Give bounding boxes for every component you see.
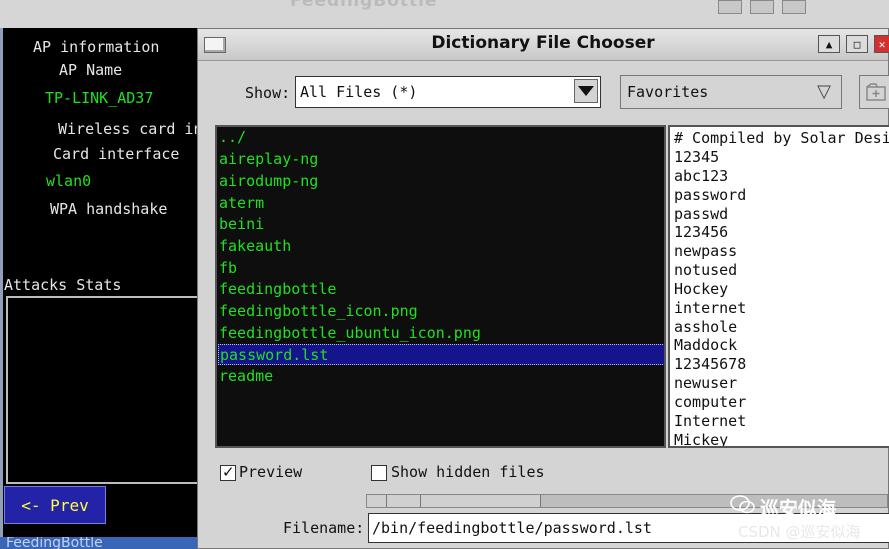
folder-plus-icon <box>866 83 886 101</box>
preview-line: passwd <box>674 205 729 223</box>
ap-name-label: AP Name <box>59 61 123 79</box>
file-item[interactable]: feedingbottle_icon.png <box>218 301 664 322</box>
preview-line: Internet <box>674 412 747 430</box>
preview-line: Hockey <box>674 280 729 298</box>
preview-checkbox-label[interactable]: Preview <box>239 463 302 481</box>
watermark-line1: 巡安似海 <box>760 498 837 520</box>
file-preview-pane: # Compiled by Solar Design 12345 abc123 … <box>668 125 889 448</box>
chevron-down-icon: ▽ <box>817 81 831 102</box>
preview-line: newuser <box>674 374 738 392</box>
preview-line: 12345 <box>674 148 720 166</box>
close-icon: ✕ <box>878 38 886 51</box>
file-item[interactable]: aireplay-ng <box>218 149 664 170</box>
card-interface-value: wlan0 <box>46 172 92 190</box>
new-folder-button[interactable] <box>859 75 889 109</box>
wpa-handshake-label: WPA handshake <box>50 200 168 218</box>
ap-information-label: AP information <box>33 38 160 56</box>
scroll-segment[interactable] <box>387 495 421 507</box>
watermark-line2: CSDN @巡安似海 <box>738 523 861 541</box>
background-maximize-button[interactable] <box>750 0 774 14</box>
scroll-segment[interactable] <box>421 495 541 507</box>
check-icon: ✓ <box>222 463 235 481</box>
wireless-card-label: Wireless card in <box>58 120 203 138</box>
background-minimize-button[interactable] <box>718 0 742 14</box>
background-close-button[interactable] <box>782 0 806 14</box>
up-arrow-icon: ▲ <box>825 38 833 51</box>
favorites-button[interactable]: Favorites ▽ <box>620 75 842 109</box>
file-item[interactable]: aterm <box>218 193 664 214</box>
background-window-title: FeedingBottle <box>290 0 438 11</box>
close-button[interactable]: ✕ <box>874 35 889 53</box>
favorites-label: Favorites <box>627 83 709 101</box>
show-filter-select[interactable]: All Files (*) <box>295 76 601 108</box>
maximize-icon: □ <box>853 38 861 51</box>
show-label: Show: <box>245 84 291 102</box>
file-item[interactable]: beini <box>218 214 664 235</box>
preview-line: 12345678 <box>674 355 747 373</box>
preview-line: # Compiled by Solar Design <box>674 129 889 147</box>
shade-button[interactable]: ▲ <box>818 35 840 53</box>
file-list[interactable]: ../ aireplay-ng airodump-ng aterm beini … <box>215 125 666 448</box>
preview-checkbox[interactable]: ✓ <box>220 463 236 481</box>
file-item[interactable]: fakeauth <box>218 236 664 257</box>
file-item[interactable]: readme <box>218 366 664 387</box>
background-window-titlebar: FeedingBottle <box>0 0 889 29</box>
ap-name-value: TP-LINK_AD37 <box>45 89 154 107</box>
dialog-title: Dictionary File Chooser <box>431 33 655 53</box>
file-item[interactable]: ../ <box>218 127 664 148</box>
window-edge <box>0 28 3 537</box>
file-item[interactable]: fb <box>218 258 664 279</box>
show-hidden-files-label[interactable]: Show hidden files <box>391 463 545 481</box>
dialog-titlebar[interactable]: Dictionary File Chooser ▲ □ ✕ <box>198 29 889 61</box>
chevron-down-icon <box>578 86 594 96</box>
show-filter-value: All Files (*) <box>300 83 418 101</box>
watermark-logo <box>730 494 756 520</box>
scroll-segment[interactable] <box>367 495 387 507</box>
maximize-button[interactable]: □ <box>846 35 868 53</box>
preview-line: Maddock <box>674 336 738 354</box>
wechat-icon <box>730 495 755 514</box>
file-item[interactable]: airodump-ng <box>218 171 664 192</box>
preview-line: asshole <box>674 318 738 336</box>
dictionary-file-chooser-dialog: Dictionary File Chooser ▲ □ ✕ Show: All … <box>197 28 889 549</box>
preview-line: internet <box>674 299 747 317</box>
preview-line: abc123 <box>674 167 729 185</box>
attacks-stats-label: Attacks Stats <box>4 276 122 294</box>
preview-line: computer <box>674 393 747 411</box>
preview-line: newpass <box>674 242 738 260</box>
preview-line: password <box>674 186 747 204</box>
show-filter-dropdown-button[interactable] <box>574 79 598 103</box>
attacks-stats-box <box>6 296 200 484</box>
show-hidden-files-checkbox[interactable] <box>371 465 387 481</box>
preview-line: 123456 <box>674 223 729 241</box>
prev-button[interactable]: <- Prev <box>4 486 106 524</box>
preview-line: notused <box>674 261 738 279</box>
filename-label: Filename: <box>283 519 365 537</box>
preview-line: Mickey <box>674 431 729 448</box>
background-bottom-title: FeedingBottle <box>0 537 200 549</box>
card-interface-label: Card interface <box>53 145 180 163</box>
file-item[interactable]: feedingbottle <box>218 279 664 300</box>
file-item[interactable]: feedingbottle_ubuntu_icon.png <box>218 323 664 344</box>
file-item-selected[interactable]: password.lst <box>218 344 664 365</box>
